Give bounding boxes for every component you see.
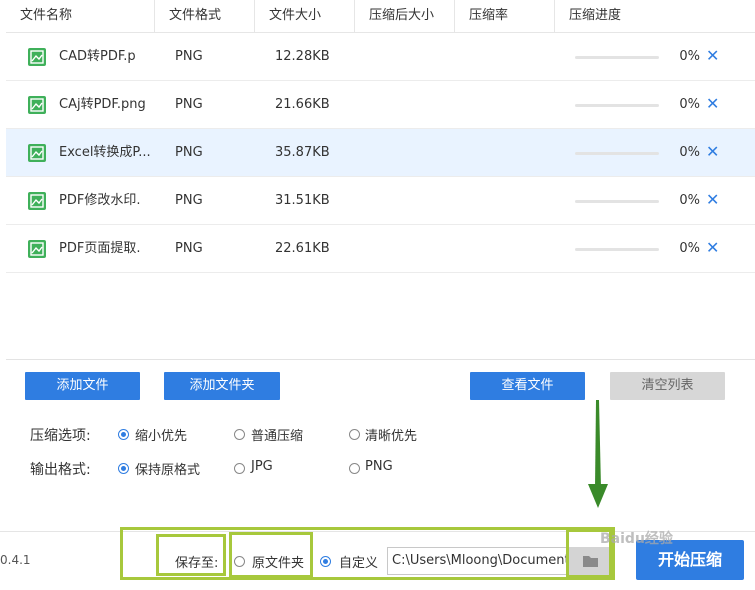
file-size: 35.87KB bbox=[275, 145, 330, 160]
image-file-icon bbox=[28, 96, 46, 114]
file-table: 文件名称 文件格式 文件大小 压缩后大小 压缩率 压缩进度 CAD转PDF.p … bbox=[6, 0, 755, 360]
file-name: Excel转换成P... bbox=[59, 145, 151, 160]
watermark-text: Baidu经验 bbox=[600, 531, 673, 547]
progress-bar bbox=[575, 248, 659, 251]
option-clarity-first[interactable]: 清晰优先 bbox=[365, 425, 417, 444]
view-files-button[interactable]: 查看文件 bbox=[470, 372, 585, 400]
progress-bar bbox=[575, 104, 659, 107]
delete-icon[interactable]: ✕ bbox=[706, 225, 719, 271]
table-row[interactable]: PDF修改水印. PNG 31.51KB 0% ✕ bbox=[6, 177, 755, 225]
file-format: PNG bbox=[175, 145, 203, 160]
file-format: PNG bbox=[175, 241, 203, 256]
option-jpg[interactable]: JPG bbox=[251, 459, 273, 474]
file-size: 31.51KB bbox=[275, 193, 330, 208]
file-size: 12.28KB bbox=[275, 49, 330, 64]
delete-icon[interactable]: ✕ bbox=[706, 177, 719, 223]
file-name: CAD转PDF.p bbox=[59, 49, 136, 64]
progress-bar bbox=[575, 200, 659, 203]
progress-percent: 0% bbox=[679, 145, 700, 160]
radio-shrink-first[interactable] bbox=[118, 429, 129, 440]
progress-percent: 0% bbox=[679, 49, 700, 64]
image-file-icon bbox=[28, 144, 46, 162]
table-header: 文件名称 文件格式 文件大小 压缩后大小 压缩率 压缩进度 bbox=[6, 0, 755, 33]
radio-keep-format[interactable] bbox=[118, 463, 129, 474]
radio-png[interactable] bbox=[349, 463, 360, 474]
add-folder-button[interactable]: 添加文件夹 bbox=[164, 372, 280, 400]
down-arrow-annotation bbox=[588, 400, 608, 508]
add-file-button[interactable]: 添加文件 bbox=[25, 372, 140, 400]
output-format-label: 输出格式: bbox=[30, 462, 91, 478]
delete-icon[interactable]: ✕ bbox=[706, 81, 719, 127]
progress-bar bbox=[575, 152, 659, 155]
annotation-box-save-to bbox=[156, 534, 226, 576]
radio-clarity-first[interactable] bbox=[349, 429, 360, 440]
file-format: PNG bbox=[175, 49, 203, 64]
file-format: PNG bbox=[175, 97, 203, 112]
option-shrink-first[interactable]: 缩小优先 bbox=[135, 425, 187, 444]
file-name: PDF修改水印. bbox=[59, 193, 141, 208]
option-png[interactable]: PNG bbox=[365, 459, 393, 474]
table-row[interactable]: Excel转换成P... PNG 35.87KB 0% ✕ bbox=[6, 129, 755, 177]
image-file-icon bbox=[28, 192, 46, 210]
progress-percent: 0% bbox=[679, 97, 700, 112]
option-keep-format[interactable]: 保持原格式 bbox=[135, 459, 200, 478]
clear-list-button[interactable]: 清空列表 bbox=[610, 372, 725, 400]
file-format: PNG bbox=[175, 193, 203, 208]
progress-percent: 0% bbox=[679, 193, 700, 208]
header-file-format[interactable]: 文件格式 bbox=[155, 0, 255, 33]
file-size: 21.66KB bbox=[275, 97, 330, 112]
delete-icon[interactable]: ✕ bbox=[706, 33, 719, 79]
progress-percent: 0% bbox=[679, 241, 700, 256]
table-row[interactable]: CAD转PDF.p PNG 12.28KB 0% ✕ bbox=[6, 33, 755, 81]
compress-options-label: 压缩选项: bbox=[30, 428, 91, 444]
annotation-box-original-folder bbox=[229, 532, 313, 578]
delete-icon[interactable]: ✕ bbox=[706, 129, 719, 175]
header-file-size[interactable]: 文件大小 bbox=[255, 0, 355, 33]
header-file-name[interactable]: 文件名称 bbox=[6, 0, 155, 33]
radio-normal-compress[interactable] bbox=[234, 429, 245, 440]
version-label: 0.4.1 bbox=[0, 553, 31, 567]
file-name: CAj转PDF.png bbox=[59, 97, 146, 112]
image-file-icon bbox=[28, 240, 46, 258]
file-size: 22.61KB bbox=[275, 241, 330, 256]
option-normal-compress[interactable]: 普通压缩 bbox=[251, 425, 303, 444]
header-compressed-size[interactable]: 压缩后大小 bbox=[355, 0, 455, 33]
radio-jpg[interactable] bbox=[234, 463, 245, 474]
header-compression-progress[interactable]: 压缩进度 bbox=[555, 0, 755, 33]
table-row[interactable]: CAj转PDF.png PNG 21.66KB 0% ✕ bbox=[6, 81, 755, 129]
file-name: PDF页面提取. bbox=[59, 241, 141, 256]
progress-bar bbox=[575, 56, 659, 59]
header-compression-rate[interactable]: 压缩率 bbox=[455, 0, 555, 33]
table-row[interactable]: PDF页面提取. PNG 22.61KB 0% ✕ bbox=[6, 225, 755, 273]
image-file-icon bbox=[28, 48, 46, 66]
